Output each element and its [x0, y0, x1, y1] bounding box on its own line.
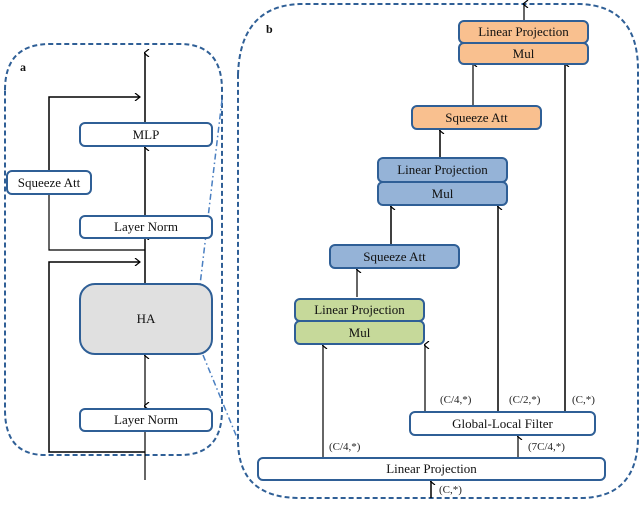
panel-a-label: a: [20, 60, 26, 74]
layer-norm-bottom-box: Layer Norm: [79, 408, 213, 432]
mlp-box: MLP: [79, 122, 213, 147]
blue-linear-projection-box: Linear Projection: [377, 157, 508, 183]
dim-lp-left: (C/4,*): [329, 441, 361, 453]
dim-glf-2: (C/2,*): [509, 394, 541, 406]
dim-glf-3: (C,*): [572, 394, 595, 406]
dim-lp-right: (7C/4,*): [528, 441, 565, 453]
squeeze-att-box-a: Squeeze Att: [6, 170, 92, 195]
orange-mul-box: Mul: [458, 42, 589, 65]
orange-linear-projection-box: Linear Projection: [458, 20, 589, 44]
green-mul-box: Mul: [294, 320, 425, 345]
linear-projection-box: Linear Projection: [257, 457, 606, 481]
layer-norm-top-box: Layer Norm: [79, 215, 213, 239]
global-local-filter-box: Global-Local Filter: [409, 411, 596, 436]
orange-squeeze-att-box: Squeeze Att: [411, 105, 542, 130]
green-linear-projection-box: Linear Projection: [294, 298, 425, 322]
ha-box: HA: [79, 283, 213, 355]
blue-mul-box: Mul: [377, 181, 508, 206]
dim-input: (C,*): [439, 484, 462, 496]
blue-squeeze-att-box: Squeeze Att: [329, 244, 460, 269]
dim-glf-1: (C/4,*): [440, 394, 472, 406]
panel-b-label: b: [266, 22, 273, 36]
